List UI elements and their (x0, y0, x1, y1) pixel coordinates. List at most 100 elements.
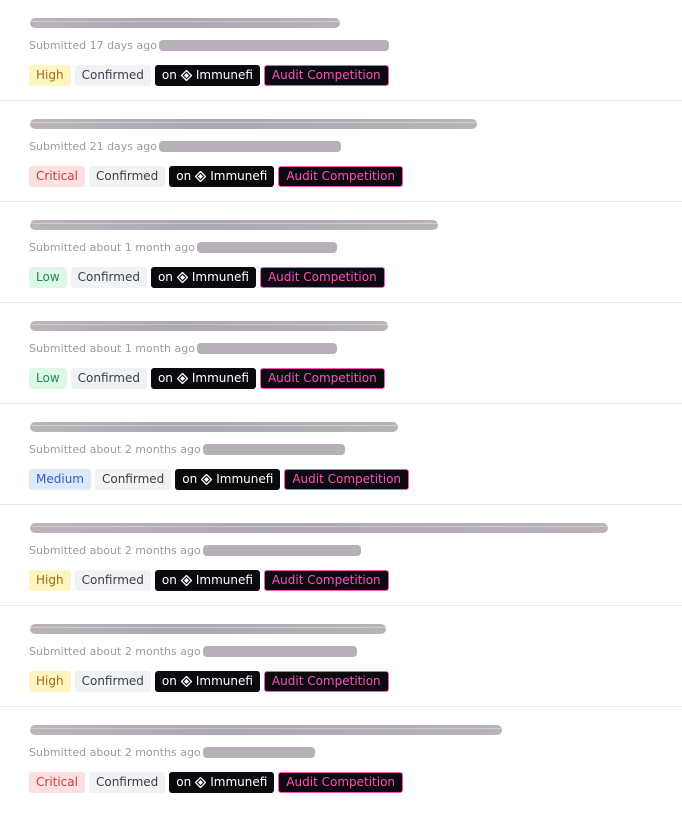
status-badge: Confirmed (88, 772, 166, 793)
redacted-title (30, 220, 438, 230)
audit-competition-badge[interactable]: Audit Competition (259, 368, 385, 389)
immunefi-logo-icon (180, 676, 192, 687)
redacted-title (30, 321, 388, 331)
redacted-title (30, 18, 340, 28)
submitted-time: Submitted about 2 months ago (29, 443, 201, 456)
redacted-researcher (202, 545, 361, 556)
submission-meta: Submitted about 1 month ago (29, 241, 337, 254)
badge-row: High Confirmed on Immunefi Audit Competi… (29, 671, 389, 692)
platform-badge[interactable]: on Immunefi (175, 469, 281, 490)
audit-competition-badge[interactable]: Audit Competition (284, 469, 410, 490)
submission-meta: Submitted about 1 month ago (29, 342, 337, 355)
severity-badge: Medium (29, 469, 91, 490)
status-badge: Confirmed (94, 469, 172, 490)
platform-prefix: on (161, 68, 177, 82)
platform-name: Immunefi (191, 371, 249, 385)
submitted-time: Submitted about 2 months ago (29, 544, 201, 557)
redacted-researcher (202, 444, 345, 455)
badge-row: Critical Confirmed on Immunefi Audit Com… (29, 772, 404, 793)
immunefi-logo-icon (176, 272, 188, 283)
immunefi-logo-icon (176, 373, 188, 384)
status-badge: Confirmed (88, 166, 166, 187)
severity-badge: High (29, 671, 71, 692)
platform-badge[interactable]: on Immunefi (169, 772, 275, 793)
submitted-time: Submitted about 2 months ago (29, 746, 201, 759)
platform-name: Immunefi (216, 472, 274, 486)
platform-prefix: on (161, 674, 177, 688)
severity-badge: High (29, 65, 71, 86)
platform-name: Immunefi (210, 169, 268, 183)
submission-meta: Submitted about 2 months ago (29, 544, 361, 557)
submission-meta: Submitted about 2 months ago (29, 443, 345, 456)
status-badge: Confirmed (70, 368, 147, 389)
report-item[interactable]: Submitted 17 days ago High Confirmed on … (0, 0, 682, 101)
platform-name: Immunefi (195, 68, 253, 82)
audit-competition-badge[interactable]: Audit Competition (278, 772, 404, 793)
platform-badge[interactable]: on Immunefi (154, 570, 260, 591)
report-list: Submitted 17 days ago High Confirmed on … (0, 0, 682, 808)
redacted-researcher (159, 40, 389, 51)
immunefi-logo-icon (195, 171, 207, 182)
audit-competition-badge[interactable]: Audit Competition (263, 570, 389, 591)
redacted-researcher (202, 747, 315, 758)
submitted-time: Submitted about 1 month ago (29, 342, 195, 355)
status-badge: Confirmed (74, 65, 151, 86)
platform-badge[interactable]: on Immunefi (154, 671, 260, 692)
badge-row: Low Confirmed on Immunefi Audit Competit… (29, 368, 385, 389)
report-item[interactable]: Submitted about 2 months ago Critical Co… (0, 707, 682, 808)
severity-badge: Low (29, 368, 67, 389)
redacted-title (30, 422, 398, 432)
platform-name: Immunefi (210, 775, 268, 789)
platform-prefix: on (182, 472, 198, 486)
immunefi-logo-icon (195, 777, 207, 788)
submitted-time: Submitted 21 days ago (29, 140, 157, 153)
badge-row: High Confirmed on Immunefi Audit Competi… (29, 570, 389, 591)
platform-prefix: on (157, 371, 173, 385)
platform-name: Immunefi (195, 674, 253, 688)
platform-badge[interactable]: on Immunefi (150, 368, 256, 389)
redacted-title (30, 523, 608, 533)
platform-prefix: on (176, 169, 192, 183)
report-item[interactable]: Submitted about 1 month ago Low Confirme… (0, 202, 682, 303)
report-item[interactable]: Submitted about 2 months ago High Confir… (0, 505, 682, 606)
platform-prefix: on (161, 573, 177, 587)
platform-badge[interactable]: on Immunefi (154, 65, 260, 86)
platform-badge[interactable]: on Immunefi (169, 166, 275, 187)
immunefi-logo-icon (180, 575, 192, 586)
badge-row: Medium Confirmed on Immunefi Audit Compe… (29, 469, 410, 490)
badge-row: Critical Confirmed on Immunefi Audit Com… (29, 166, 404, 187)
submission-meta: Submitted about 2 months ago (29, 645, 357, 658)
redacted-researcher (196, 242, 337, 253)
status-badge: Confirmed (70, 267, 147, 288)
platform-name: Immunefi (191, 270, 249, 284)
audit-competition-badge[interactable]: Audit Competition (278, 166, 404, 187)
redacted-title (30, 725, 502, 735)
report-item[interactable]: Submitted 21 days ago Critical Confirmed… (0, 101, 682, 202)
audit-competition-badge[interactable]: Audit Competition (263, 671, 389, 692)
submission-meta: Submitted 21 days ago (29, 140, 341, 153)
report-item[interactable]: Submitted about 2 months ago High Confir… (0, 606, 682, 707)
status-badge: Confirmed (74, 671, 151, 692)
submitted-time: Submitted 17 days ago (29, 39, 157, 52)
status-badge: Confirmed (74, 570, 151, 591)
submission-meta: Submitted about 2 months ago (29, 746, 315, 759)
submitted-time: Submitted about 1 month ago (29, 241, 195, 254)
severity-badge: Critical (29, 166, 85, 187)
severity-badge: Critical (29, 772, 85, 793)
badge-row: High Confirmed on Immunefi Audit Competi… (29, 65, 389, 86)
redacted-researcher (159, 141, 341, 152)
badge-row: Low Confirmed on Immunefi Audit Competit… (29, 267, 385, 288)
redacted-researcher (202, 646, 357, 657)
severity-badge: High (29, 570, 71, 591)
platform-badge[interactable]: on Immunefi (150, 267, 256, 288)
severity-badge: Low (29, 267, 67, 288)
submitted-time: Submitted about 2 months ago (29, 645, 201, 658)
redacted-title (30, 624, 386, 634)
report-item[interactable]: Submitted about 1 month ago Low Confirme… (0, 303, 682, 404)
audit-competition-badge[interactable]: Audit Competition (259, 267, 385, 288)
report-item[interactable]: Submitted about 2 months ago Medium Conf… (0, 404, 682, 505)
immunefi-logo-icon (180, 70, 192, 81)
platform-prefix: on (176, 775, 192, 789)
redacted-title (30, 119, 477, 129)
audit-competition-badge[interactable]: Audit Competition (263, 65, 389, 86)
